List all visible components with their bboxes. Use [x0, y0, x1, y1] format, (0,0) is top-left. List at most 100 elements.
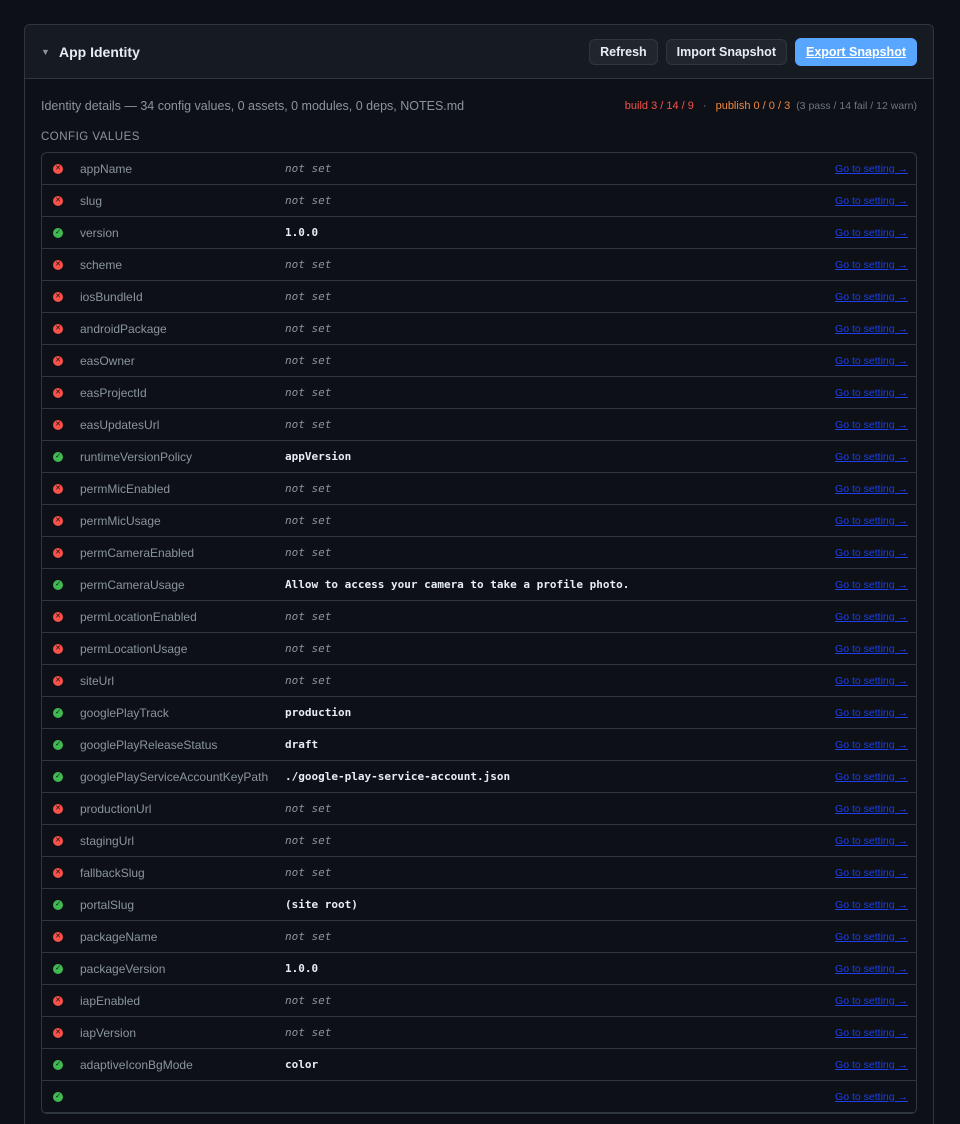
config-value: not set	[285, 386, 332, 399]
go-to-setting-link[interactable]: Go to setting →	[835, 451, 908, 463]
x-circle-icon: ✕	[53, 643, 63, 654]
go-to-setting-link[interactable]: Go to setting →	[835, 227, 908, 239]
x-circle-icon: ✕	[53, 931, 63, 942]
go-to-setting-link[interactable]: Go to setting →	[835, 547, 908, 559]
config-value: color	[285, 1058, 319, 1071]
go-to-setting-link[interactable]: Go to setting →	[835, 259, 908, 271]
config-value: draft	[285, 738, 319, 751]
config-value: not set	[285, 610, 332, 623]
table-row: ✕ fallbackSlug not set Go to setting →	[42, 857, 916, 889]
x-circle-icon: ✕	[53, 803, 63, 814]
table-row: ✕ slug not set Go to setting →	[42, 185, 916, 217]
config-key: iosBundleId	[80, 289, 143, 304]
config-value: not set	[285, 930, 332, 943]
config-key: easProjectId	[80, 385, 147, 400]
panel-header[interactable]: ▼ App Identity Refresh Import Snapshot E…	[25, 25, 933, 79]
config-key: iapVersion	[80, 1025, 137, 1040]
go-to-setting-link[interactable]: Go to setting →	[835, 355, 908, 367]
config-values-table: ✕ appName not set Go to setting → ✕ slug not s…	[41, 152, 917, 1114]
go-to-setting-link[interactable]: Go to setting →	[835, 1059, 908, 1071]
config-value: ./google-play-service-account.json	[285, 770, 511, 783]
go-to-setting-link[interactable]: Go to setting →	[835, 515, 908, 527]
config-key: permCameraEnabled	[80, 545, 195, 560]
config-key: permMicUsage	[80, 513, 161, 528]
config-key: packageName	[80, 929, 158, 944]
go-to-setting-link[interactable]: Go to setting →	[835, 707, 908, 719]
config-value: not set	[285, 834, 332, 847]
table-row: ✕ productionUrl not set Go to setting →	[42, 793, 916, 825]
config-key: adaptiveIconBgMode	[80, 1057, 193, 1072]
table-row: ✓ runtimeVersionPolicy appVersion Go to set…	[42, 441, 916, 473]
x-circle-icon: ✕	[53, 387, 63, 398]
go-to-setting-link[interactable]: Go to setting →	[835, 931, 908, 943]
refresh-button[interactable]: Refresh	[589, 38, 658, 65]
go-to-setting-link[interactable]: Go to setting →	[835, 419, 908, 431]
panel-body: Identity details — 34 config values, 0 a…	[25, 79, 933, 1124]
x-circle-icon: ✕	[53, 515, 63, 526]
check-circle-icon: ✓	[53, 579, 63, 590]
config-key: portalSlug	[80, 897, 135, 912]
status-separator: ·	[702, 100, 707, 112]
config-key: slug	[80, 193, 103, 208]
go-to-setting-link[interactable]: Go to setting →	[835, 1091, 908, 1103]
go-to-setting-link[interactable]: Go to setting →	[835, 195, 908, 207]
config-key: runtimeVersionPolicy	[80, 449, 193, 464]
go-to-setting-link[interactable]: Go to setting →	[835, 835, 908, 847]
config-values-heading: CONFIG VALUES	[41, 131, 140, 143]
go-to-setting-link[interactable]: Go to setting →	[835, 323, 908, 335]
export-snapshot-button[interactable]: Export Snapshot	[794, 37, 917, 66]
go-to-setting-link[interactable]: Go to setting →	[835, 1027, 908, 1039]
table-row: ✓ packageVersion 1.0.0 Go to setting →	[42, 953, 916, 985]
table-row: ✕ androidPackage not set Go to setting →	[42, 313, 916, 345]
config-value: not set	[285, 258, 332, 271]
x-circle-icon: ✕	[53, 355, 63, 366]
go-to-setting-link[interactable]: Go to setting →	[835, 963, 908, 975]
table-row: ✕ permMicEnabled not set Go to setting →	[42, 473, 916, 505]
config-value: not set	[285, 322, 332, 335]
go-to-setting-link[interactable]: Go to setting →	[835, 899, 908, 911]
config-value: not set	[285, 162, 332, 175]
go-to-setting-link[interactable]: Go to setting →	[835, 995, 908, 1007]
collapse-caret-icon[interactable]: ▼	[41, 47, 59, 57]
go-to-setting-link[interactable]: Go to setting →	[835, 163, 908, 175]
go-to-setting-link[interactable]: Go to setting →	[835, 675, 908, 687]
config-value: not set	[285, 546, 332, 559]
go-to-setting-link[interactable]: Go to setting →	[835, 611, 908, 623]
x-circle-icon: ✕	[53, 483, 63, 494]
x-circle-icon: ✕	[53, 323, 63, 334]
config-key: permMicEnabled	[80, 481, 171, 496]
config-key: appName	[80, 161, 133, 176]
check-circle-icon: ✓	[53, 451, 63, 462]
x-circle-icon: ✕	[53, 291, 63, 302]
table-row: ✕ easOwner not set Go to setting →	[42, 345, 916, 377]
x-circle-icon: ✕	[53, 675, 63, 686]
go-to-setting-link[interactable]: Go to setting →	[835, 867, 908, 879]
config-value: (site root)	[285, 898, 358, 911]
check-circle-icon: ✓	[53, 1059, 63, 1070]
go-to-setting-link[interactable]: Go to setting →	[835, 803, 908, 815]
config-key: fallbackSlug	[80, 865, 145, 880]
table-row: ✕ easUpdatesUrl not set Go to setting →	[42, 409, 916, 441]
import-snapshot-button[interactable]: Import Snapshot	[665, 38, 787, 65]
panel-title: App Identity	[59, 43, 140, 60]
x-circle-icon: ✕	[53, 419, 63, 430]
table-row: ✓ version 1.0.0 Go to setting →	[42, 217, 916, 249]
go-to-setting-link[interactable]: Go to setting →	[835, 291, 908, 303]
table-row: ✓ portalSlug (site root) Go to setting →	[42, 889, 916, 921]
x-circle-icon: ✕	[53, 547, 63, 558]
go-to-setting-link[interactable]: Go to setting →	[835, 643, 908, 655]
config-value: not set	[285, 194, 332, 207]
config-value: appVersion	[285, 450, 352, 463]
table-row: ✓ googlePlayServiceAccountKeyPath ./google…	[42, 761, 916, 793]
go-to-setting-link[interactable]: Go to setting →	[835, 739, 908, 751]
table-row: ✕ appName not set Go to setting →	[42, 153, 916, 185]
config-value: not set	[285, 290, 332, 303]
go-to-setting-link[interactable]: Go to setting →	[835, 387, 908, 399]
table-row: ✓ adaptiveIconBgMode color Go to setting →	[42, 1049, 916, 1081]
go-to-setting-link[interactable]: Go to setting →	[835, 483, 908, 495]
go-to-setting-link[interactable]: Go to setting →	[835, 771, 908, 783]
x-circle-icon: ✕	[53, 867, 63, 878]
go-to-setting-link[interactable]: Go to setting →	[835, 579, 908, 591]
config-value: not set	[285, 418, 332, 431]
table-row: ✕ permLocationEnabled not set Go to setting…	[42, 601, 916, 633]
